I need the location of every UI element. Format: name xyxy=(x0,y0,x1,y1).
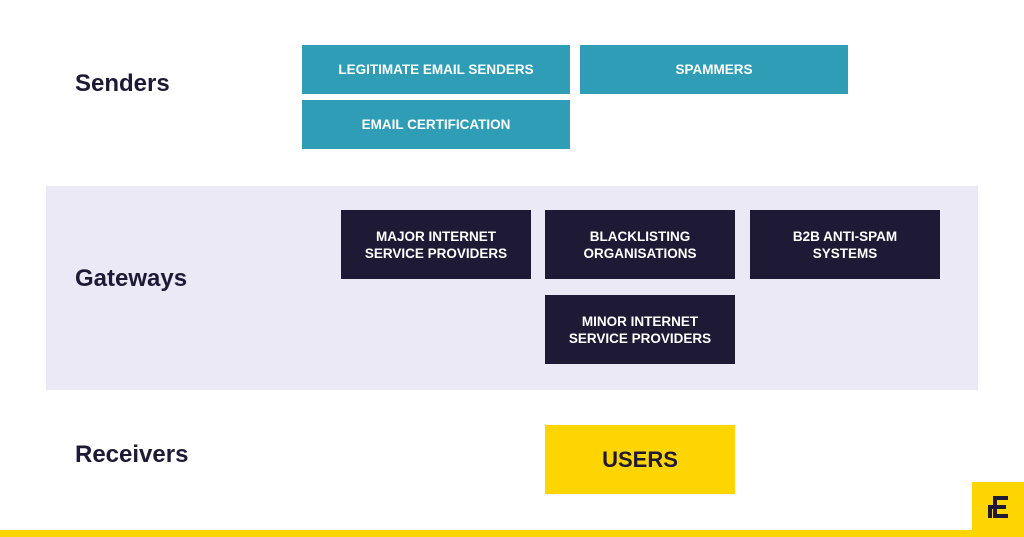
row-label-senders: Senders xyxy=(75,70,170,97)
row-label-gateways: Gateways xyxy=(75,265,188,292)
box-email-certification: EMAIL CERTIFICATION xyxy=(302,100,570,149)
row-label-receivers: Receivers xyxy=(75,441,189,468)
box-major-isp: MAJOR INTERNET SERVICE PROVIDERS xyxy=(341,210,531,279)
box-spammers: SPAMMERS xyxy=(580,45,848,94)
box-users: USERS xyxy=(545,425,735,494)
box-b2b-anti-spam: B2B ANTI-SPAM SYSTEMS xyxy=(750,210,940,279)
bottom-accent-bar xyxy=(0,530,1024,537)
box-legitimate-email-senders: LEGITIMATE EMAIL SENDERS xyxy=(302,45,570,94)
brand-e-logo-icon xyxy=(988,496,1008,518)
brand-logo xyxy=(972,482,1024,532)
box-minor-isp: MINOR INTERNET SERVICE PROVIDERS xyxy=(545,295,735,364)
box-blacklisting-organisations: BLACKLISTING ORGANISATIONS xyxy=(545,210,735,279)
